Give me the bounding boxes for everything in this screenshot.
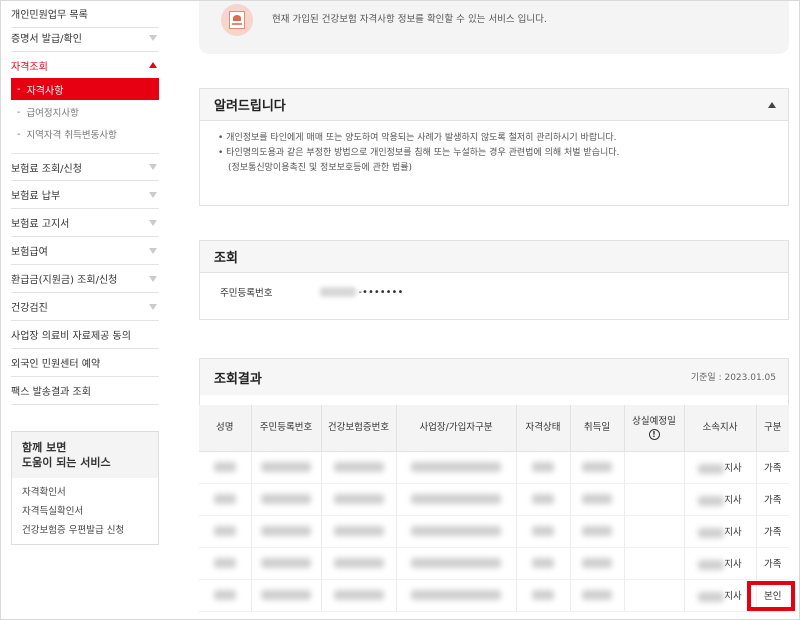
chevron-down-icon (149, 34, 157, 41)
result-panel: 조회결과 기준일 : 2023.01.05 (199, 358, 789, 406)
link-eligibility-certificate[interactable]: 자격확인서 (12, 483, 158, 502)
member-type: 가족 (756, 483, 789, 516)
chevron-down-icon (149, 164, 157, 170)
member-type: 본인 (756, 579, 789, 612)
notice-line: • 타인명의도용과 같은 부정한 방법으로 개인정보를 침해 또는 누설하는 경… (218, 148, 620, 158)
table-row: 지사 본인 (199, 579, 789, 612)
sidebar-item-fax-result[interactable]: 팩스 발송결과 조회 (11, 377, 159, 405)
submenu-item-regional-changes[interactable]: - 지역자격 취득변동사항 (11, 123, 159, 145)
sidebar-item-premium-payment[interactable]: 보험료 납부 (11, 181, 159, 209)
service-info-text: 현재 가입된 건강보험 자격사항 정보를 확인할 수 있는 서비스 입니다. (272, 14, 547, 25)
table-header-row: 성명 주민등록번호 건강보험증번호 사업장/가입자구분 자격상태 취득일 상실예… (199, 405, 789, 452)
col-workplace-type: 사업장/가입자구분 (396, 405, 517, 452)
submenu-item-eligibility-details[interactable]: - 자격사항 (11, 78, 159, 100)
sidebar-item-certificates[interactable]: 증명서 발급/확인 (11, 24, 159, 52)
resident-number-mask: -••••••• (358, 286, 404, 298)
member-type: 가족 (756, 451, 789, 484)
id-card-icon (221, 4, 253, 36)
result-table: 성명 주민등록번호 건강보험증번호 사업장/가입자구분 자격상태 취득일 상실예… (199, 405, 789, 612)
chevron-down-icon (149, 275, 157, 282)
collapse-icon[interactable] (768, 102, 776, 108)
chevron-down-icon (149, 303, 157, 310)
link-card-mail-request[interactable]: 건강보험증 우편발급 신청 (12, 521, 158, 540)
search-panel: 조회 주민등록번호 -••••••• (199, 240, 789, 320)
branch-suffix: 지사 (724, 559, 742, 570)
chevron-down-icon (149, 191, 157, 198)
table-row: 지사 가족 (199, 483, 789, 516)
col-name: 성명 (199, 405, 252, 452)
notice-panel: 알려드립니다 • 개인정보를 타인에게 매매 또는 양도하여 악용되는 사례가 … (199, 88, 789, 206)
member-type: 가족 (756, 515, 789, 548)
chevron-down-icon (149, 247, 157, 254)
col-branch: 소속지사 (684, 405, 757, 452)
submenu-item-benefit-suspension[interactable]: - 급여정지사항 (11, 101, 159, 123)
table-row: 지사 가족 (199, 547, 789, 580)
service-info-banner: 현재 가입된 건강보험 자격사항 정보를 확인할 수 있는 서비스 입니다. (199, 0, 789, 54)
related-services-title: 함께 보면 도움이 되는 서비스 (12, 432, 158, 478)
table-row: 지사 가족 (199, 451, 789, 484)
branch-suffix: 지사 (724, 495, 742, 506)
chevron-up-icon (149, 62, 157, 68)
chevron-down-icon (149, 219, 157, 226)
resident-number-row: 주민등록번호 -••••••• (200, 273, 788, 311)
sidebar-item-foreigner-center[interactable]: 외국인 민원센터 예약 (11, 349, 159, 377)
sidebar-item-eligibility[interactable]: 자격조회 (11, 51, 159, 79)
sidebar-item-premium-inquiry[interactable]: 보험료 조회/신청 (11, 153, 159, 181)
resident-number-label: 주민등록번호 (220, 288, 273, 299)
resident-number-blurred (320, 287, 357, 297)
col-status: 자격상태 (516, 405, 571, 452)
sidebar: 개인민원업무 목록 증명서 발급/확인 자격조회 - 자격사항 - 급여정지사항… (0, 0, 170, 620)
notice-line: (정보통신망이용촉진 및 정보보호등에 관한 법률) (228, 163, 413, 173)
search-title: 조회 (200, 241, 788, 273)
table-row: 지사 가족 (199, 515, 789, 548)
notice-title: 알려드립니다 (200, 89, 788, 121)
sidebar-item-insurance-benefits[interactable]: 보험급여 (11, 237, 159, 265)
col-resident-number: 주민등록번호 (251, 405, 322, 452)
sidebar-item-medical-data-consent[interactable]: 사업장 의료비 자료제공 동의 (11, 321, 159, 349)
link-eligibility-history[interactable]: 자격득실확인서 (12, 502, 158, 521)
col-acquire-date: 취득일 (570, 405, 625, 452)
sidebar-item-refund[interactable]: 환급금(지원금) 조회/신청 (11, 265, 159, 293)
col-insurance-card-number: 건강보험증번호 (321, 405, 397, 452)
reference-date: 기준일 : 2023.01.05 (690, 373, 776, 383)
info-icon[interactable]: ! (648, 428, 660, 440)
branch-suffix: 지사 (724, 527, 742, 538)
col-type: 구분 (756, 405, 789, 452)
sidebar-item-health-checkup[interactable]: 건강검진 (11, 293, 159, 321)
branch-suffix: 지사 (724, 463, 742, 474)
notice-line: • 개인정보를 타인에게 매매 또는 양도하여 악용되는 사례가 발생하지 않도… (218, 133, 617, 143)
member-type: 가족 (756, 547, 789, 580)
branch-suffix: 지사 (724, 591, 742, 602)
sidebar-item-premium-notice[interactable]: 보험료 고지서 (11, 209, 159, 237)
related-services-box: 함께 보면 도움이 되는 서비스 자격확인서 자격득실확인서 건강보험증 우편발… (11, 431, 159, 545)
col-loss-date: 상실예정일 ! (624, 405, 685, 452)
result-title: 조회결과 기준일 : 2023.01.05 (200, 359, 788, 395)
